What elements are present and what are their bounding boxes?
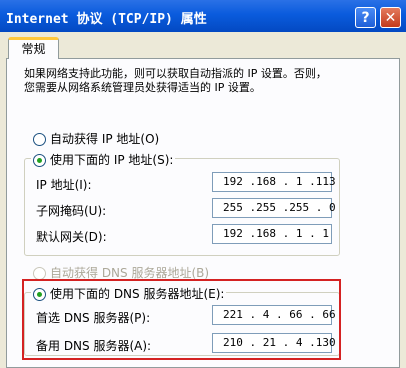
manual-ip-radio[interactable]: 使用下面的 IP 地址(S):	[31, 151, 176, 167]
description: 如果网络支持此功能，则可以获取自动指派的 IP 设置。否则， 您需要从网络系统管…	[24, 67, 394, 95]
subnet-mask-field[interactable]: 255 .255 .255 . 0	[212, 198, 336, 218]
gateway-label: 默认网关(D):	[36, 230, 107, 244]
auto-ip-radio[interactable]: 自动获得 IP 地址(O)	[33, 130, 159, 146]
radio-icon	[33, 133, 46, 146]
window-title: Internet 协议 (TCP/IP) 属性	[6, 12, 207, 27]
close-button[interactable]: ✕	[380, 7, 401, 28]
auto-dns-radio: 自动获得 DNS 服务器地址(B)	[33, 264, 209, 280]
help-button[interactable]: ?	[355, 7, 376, 28]
description-line-1: 如果网络支持此功能，则可以获取自动指派的 IP 设置。否则，	[24, 67, 327, 80]
ip-address-field[interactable]: 192 .168 . 1 .113	[212, 172, 336, 192]
tab-general[interactable]: 常规	[8, 37, 59, 59]
gateway-field[interactable]: 192 .168 . 1 . 1	[212, 224, 332, 244]
auto-dns-label: 自动获得 DNS 服务器地址(B)	[50, 266, 210, 280]
subnet-mask-label: 子网掩码(U):	[36, 204, 107, 218]
highlight-annotation	[22, 279, 341, 360]
title-bar[interactable]: Internet 协议 (TCP/IP) 属性 ? ✕	[0, 0, 406, 32]
manual-ip-label: 使用下面的 IP 地址(S):	[50, 153, 174, 167]
radio-checked-icon	[33, 154, 46, 167]
description-line-2: 您需要从网络系统管理员处获得适当的 IP 设置。	[24, 81, 261, 94]
auto-ip-label: 自动获得 IP 地址(O)	[50, 132, 160, 146]
ip-address-label: IP 地址(I):	[36, 178, 92, 192]
